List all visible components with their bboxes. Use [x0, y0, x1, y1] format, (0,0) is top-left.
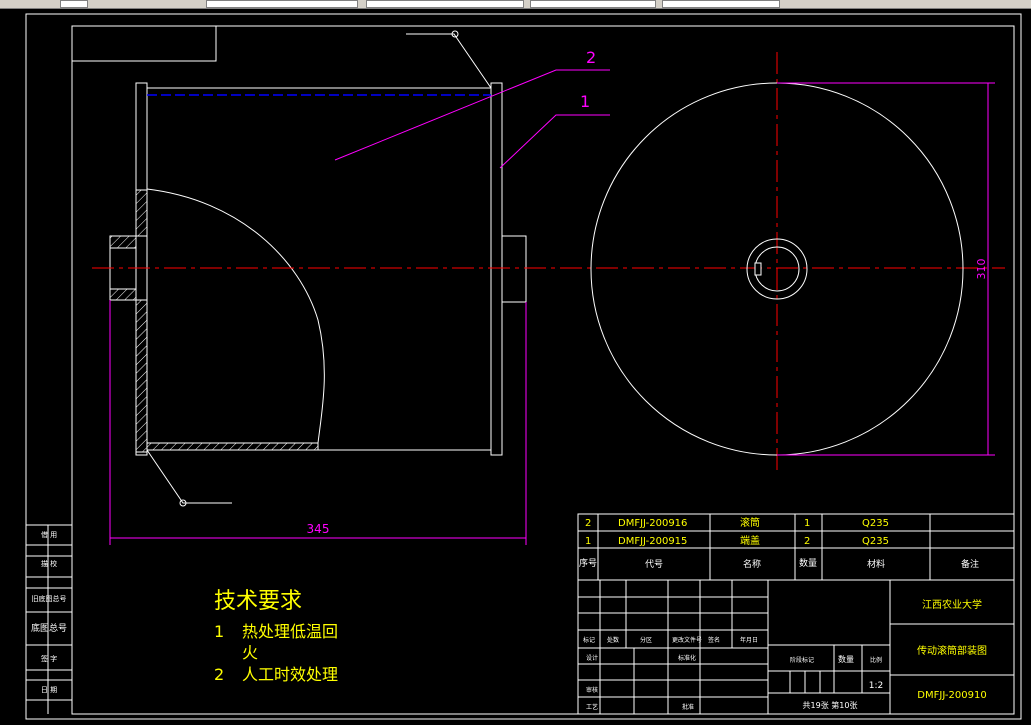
sidebar-label: 签 字 — [41, 654, 57, 663]
tb-drawing-no: DMFJJ-200910 — [917, 690, 986, 701]
bom-seq: 1 — [585, 536, 591, 547]
dimension-width — [109, 300, 527, 545]
hatch-section — [109, 288, 137, 301]
hatch-section — [135, 299, 148, 453]
sidebar-label: 日 期 — [41, 686, 57, 694]
bom-code: DMFJJ-200916 — [618, 518, 687, 529]
bom-header-material: 材料 — [867, 558, 885, 570]
tb-label: 阶段标记 — [790, 656, 814, 664]
hatch-section — [135, 189, 148, 237]
bom-name: 端盖 — [740, 534, 760, 547]
bom-header-seq: 序号 — [579, 557, 597, 569]
dimension-height-text: 310 — [975, 259, 988, 280]
tb-label: 签名 — [708, 636, 720, 644]
tb-label: 工艺 — [586, 703, 598, 711]
hatch-section — [109, 235, 137, 249]
tb-label: 设计 — [586, 654, 598, 662]
sidebar-label: 旧底图总号 — [32, 594, 67, 603]
balloon-leaders — [334, 69, 610, 169]
tb-label: 标记 — [583, 636, 595, 644]
balloon-2: 2 — [586, 48, 596, 67]
dimension-width-text: 345 — [307, 522, 330, 536]
bom-seq: 2 — [585, 518, 591, 529]
bom-header-code: 代号 — [645, 559, 663, 570]
tb-label: 年月日 — [740, 636, 758, 644]
sidebar-label: 描 校 — [41, 559, 57, 568]
bom-header-remark: 备注 — [961, 558, 979, 570]
sidebar-label: 借 用 — [41, 530, 57, 539]
bom-name: 滚筒 — [740, 516, 760, 529]
tb-drawing-name: 传动滚筒部装图 — [917, 644, 987, 657]
tb-label: 处数 — [607, 636, 619, 644]
tech-req-text: 热处理低温回 — [242, 622, 338, 641]
bom-qty: 1 — [804, 518, 810, 529]
tb-label: 分区 — [640, 636, 652, 644]
tb-label: 审核 — [586, 686, 598, 694]
bom-header-name: 名称 — [743, 558, 761, 570]
bom-header-qty: 数量 — [799, 557, 817, 569]
tech-req-title: 技术要求 — [214, 589, 302, 614]
tb-sheets: 共19张 第10张 — [803, 700, 858, 710]
drum-section-view — [109, 82, 527, 456]
keyway — [754, 262, 762, 276]
tb-scale: 1:2 — [869, 681, 883, 691]
tech-req-num: 1 — [214, 622, 224, 641]
bom-material: Q235 — [862, 536, 889, 547]
dimension-height — [777, 82, 995, 456]
bom-material: Q235 — [862, 518, 889, 529]
corner-box — [71, 25, 217, 62]
bom-code: DMFJJ-200915 — [618, 536, 687, 547]
balloon-1: 1 — [580, 92, 590, 111]
tb-label: 更改文件号 — [672, 636, 702, 644]
sidebar-label: 底图总号 — [31, 622, 67, 634]
bom-qty: 2 — [804, 536, 810, 547]
tech-req-text: 人工时效处理 — [242, 665, 338, 684]
tb-qty-label: 数量 — [838, 654, 854, 664]
tb-label: 比例 — [870, 656, 882, 664]
tech-req-text: 火 — [242, 643, 258, 662]
tb-school: 江西农业大学 — [922, 598, 982, 611]
hatch-section — [146, 442, 319, 451]
tb-label: 标准化 — [678, 654, 696, 662]
outer-border — [25, 13, 1022, 720]
cad-drawing-canvas: 借 用 描 校 旧底图总号 底图总号 签 字 日 期 2 1 345 310 技… — [25, 13, 1022, 720]
tech-req-num: 2 — [214, 665, 224, 684]
tb-label: 批准 — [682, 703, 694, 711]
